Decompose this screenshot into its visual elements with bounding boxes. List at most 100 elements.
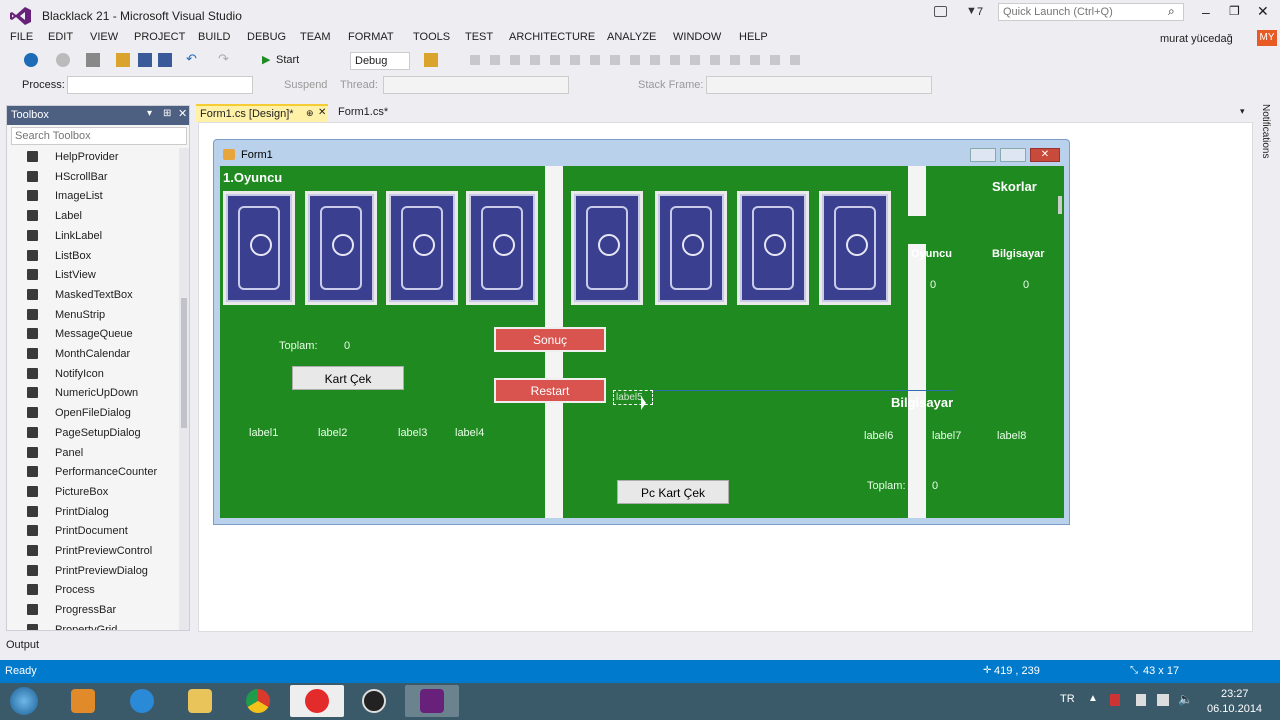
menu-file[interactable]: FILE (10, 31, 33, 43)
save-icon[interactable] (138, 53, 152, 67)
toolbox-item[interactable]: PageSetupDialog (7, 424, 177, 443)
menu-analyze[interactable]: ANALYZE (607, 31, 656, 43)
menu-window[interactable]: WINDOW (673, 31, 721, 43)
restart-button[interactable]: Restart (494, 378, 606, 403)
thread-dropdown[interactable] (383, 76, 569, 94)
pc-card-4[interactable] (819, 191, 891, 305)
tab-form1-cs[interactable]: Form1.cs* (334, 104, 424, 122)
tray-expand-icon[interactable]: ▲ (1088, 693, 1098, 704)
menu-team[interactable]: TEAM (300, 31, 331, 43)
menu-project[interactable]: PROJECT (134, 31, 185, 43)
save-all-icon[interactable] (158, 53, 172, 67)
tab-form1-design[interactable]: Form1.cs [Design]* ⊕ ✕ (196, 104, 328, 122)
notifications-icon[interactable] (934, 6, 947, 17)
output-panel-tab[interactable]: Output (0, 636, 1280, 656)
scroll-thumb[interactable] (181, 298, 187, 428)
menu-edit[interactable]: EDIT (48, 31, 73, 43)
user-avatar[interactable]: MY (1257, 30, 1277, 46)
pin-icon[interactable]: ⊕ (306, 108, 314, 119)
close-icon[interactable]: ✕ (178, 107, 187, 120)
menu-tools[interactable]: TOOLS (413, 31, 450, 43)
pc-draw-card-button[interactable]: Pc Kart Çek (617, 480, 729, 504)
filter-icon[interactable]: ▼ (966, 5, 977, 17)
toolbox-item[interactable]: Panel (7, 444, 177, 463)
toolbox-item[interactable]: HScrollBar (7, 168, 177, 187)
toolbox-item[interactable]: PrintPreviewControl (7, 542, 177, 561)
toolbox-item[interactable]: Process (7, 581, 177, 600)
toolbox-item[interactable]: ListBox (7, 247, 177, 266)
toolbox-item[interactable]: OpenFileDialog (7, 404, 177, 423)
form-maximize-button[interactable] (1000, 148, 1026, 162)
toolbox-item[interactable]: PrintDocument (7, 522, 177, 541)
toolbox-item[interactable]: PrintDialog (7, 503, 177, 522)
toolbox-search-input[interactable] (11, 127, 187, 145)
dropdown-icon[interactable]: ▾ (147, 108, 152, 119)
form-preview-window[interactable]: Form1 ✕ 1.Oyuncu Skorlar Oyuncu Bilgisay… (213, 139, 1070, 525)
toolbox-item[interactable]: ListView (7, 266, 177, 285)
player-card-1[interactable] (223, 191, 295, 305)
process-dropdown[interactable] (67, 76, 253, 94)
toolbox-item[interactable]: ProgressBar (7, 601, 177, 620)
toolbox-item[interactable]: NotifyIcon (7, 365, 177, 384)
undo-icon[interactable]: ↶ (186, 51, 200, 66)
result-button[interactable]: Sonuç (494, 327, 606, 352)
toolbox-item[interactable]: HelpProvider (7, 148, 177, 167)
start-icon[interactable]: ▶ (262, 53, 270, 66)
menu-help[interactable]: HELP (739, 31, 768, 43)
new-project-icon[interactable] (86, 53, 100, 67)
volume-icon[interactable]: 🔈 (1178, 692, 1193, 706)
toolbox-item[interactable]: MenuStrip (7, 306, 177, 325)
notifications-side-tab[interactable]: Notifications (1258, 104, 1278, 184)
open-file-icon[interactable] (116, 53, 130, 67)
search-icon[interactable]: ⌕ (1168, 4, 1175, 19)
clock-date[interactable]: 06.10.2014 (1207, 703, 1262, 715)
taskbar-media-player[interactable] (56, 685, 110, 717)
back-icon[interactable] (24, 53, 38, 67)
taskbar-chrome[interactable] (231, 685, 285, 717)
menu-architecture[interactable]: ARCHITECTURE (509, 31, 595, 43)
taskbar-obs[interactable] (347, 685, 401, 717)
quick-launch-input[interactable] (998, 3, 1184, 21)
pc-card-3[interactable] (737, 191, 809, 305)
minimize-button[interactable]: – (1202, 4, 1210, 20)
player-card-3[interactable] (386, 191, 458, 305)
suspend-button[interactable]: Suspend (284, 79, 327, 91)
toolbox-item[interactable]: LinkLabel (7, 227, 177, 246)
user-name[interactable]: murat yücedağ (1160, 33, 1233, 45)
tray-flag-icon[interactable] (1136, 694, 1146, 706)
configuration-dropdown[interactable]: Debug (350, 52, 410, 70)
toolbox-item[interactable]: PerformanceCounter (7, 463, 177, 482)
start-button[interactable] (4, 684, 44, 718)
stack-frame-dropdown[interactable] (706, 76, 932, 94)
menu-test[interactable]: TEST (465, 31, 493, 43)
network-icon[interactable] (1157, 694, 1169, 706)
toolbox-item[interactable]: MessageQueue (7, 325, 177, 344)
maximize-button[interactable]: ❐ (1229, 4, 1240, 18)
input-language[interactable]: TR (1060, 693, 1075, 705)
toolbox-item[interactable]: PictureBox (7, 483, 177, 502)
toolbox-item[interactable]: NumericUpDown (7, 384, 177, 403)
toolbox-item[interactable]: MaskedTextBox (7, 286, 177, 305)
selected-label5[interactable]: label5 (613, 390, 653, 405)
form-minimize-button[interactable] (970, 148, 996, 162)
draw-card-button[interactable]: Kart Çek (292, 366, 404, 390)
taskbar-internet-explorer[interactable] (115, 685, 169, 717)
attach-icon[interactable] (424, 53, 438, 67)
toolbox-item[interactable]: PrintPreviewDialog (7, 562, 177, 581)
taskbar-visual-studio[interactable] (405, 685, 459, 717)
close-icon[interactable]: ✕ (318, 107, 326, 118)
tab-dropdown-icon[interactable]: ▾ (1240, 106, 1245, 117)
player-card-4[interactable] (466, 191, 538, 305)
tray-app-icon[interactable] (1110, 694, 1120, 706)
menu-debug[interactable]: DEBUG (247, 31, 286, 43)
pc-card-1[interactable] (571, 191, 643, 305)
toolbox-item[interactable]: Label (7, 207, 177, 226)
menu-format[interactable]: FORMAT (348, 31, 394, 43)
start-button[interactable]: Start (276, 54, 299, 66)
toolbox-item[interactable]: PropertyGrid (7, 621, 177, 630)
menu-build[interactable]: BUILD (198, 31, 230, 43)
toolbox-scrollbar[interactable] (179, 148, 189, 630)
toolbox-item[interactable]: MonthCalendar (7, 345, 177, 364)
close-button[interactable]: ✕ (1257, 3, 1269, 20)
player-card-2[interactable] (305, 191, 377, 305)
